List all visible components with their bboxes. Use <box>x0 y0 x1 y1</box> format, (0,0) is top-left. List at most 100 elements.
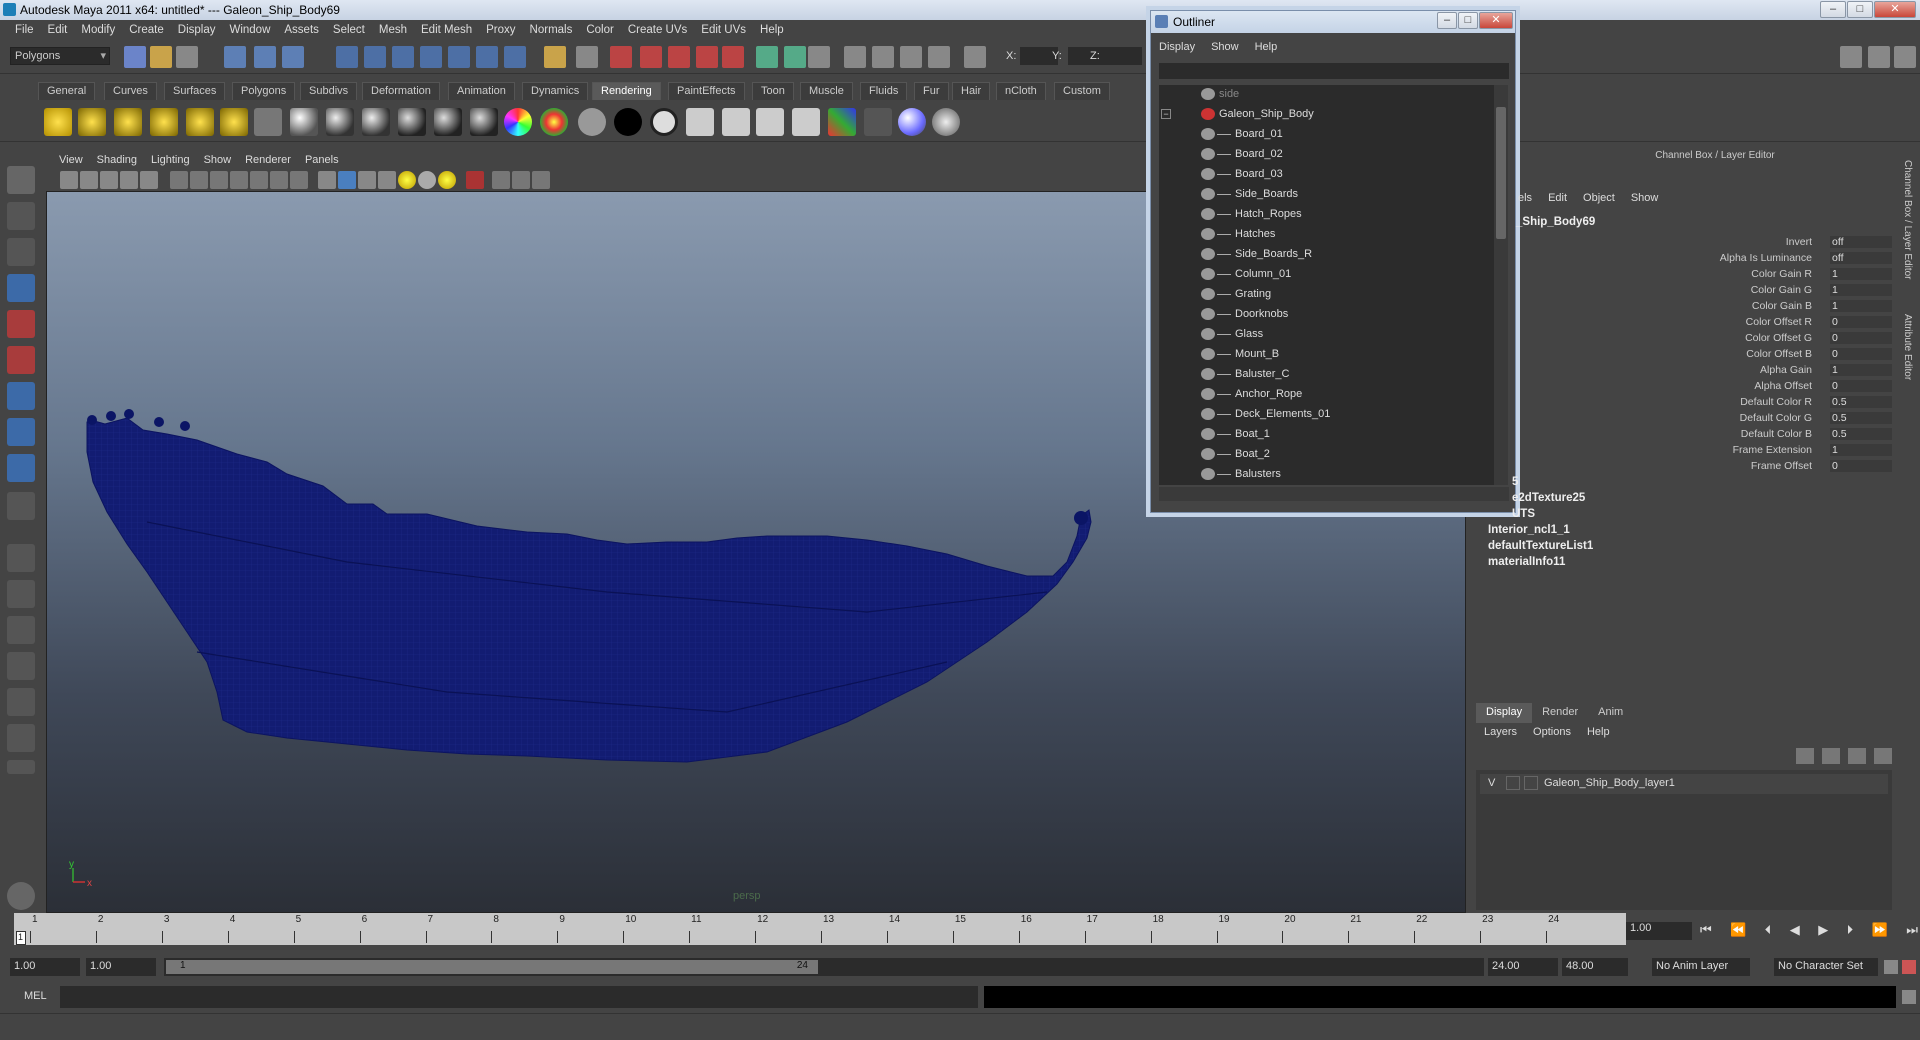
menu-edit-mesh[interactable]: Edit Mesh <box>414 24 479 36</box>
directional-light-icon[interactable] <box>78 108 106 136</box>
viewport-menu-show[interactable]: Show <box>197 154 239 166</box>
render-region-icon[interactable] <box>792 108 820 136</box>
connected-node-item[interactable]: 5 <box>1512 476 1518 488</box>
menu-color[interactable]: Color <box>579 24 620 36</box>
shelf-tab-painteffects[interactable]: PaintEffects <box>668 82 745 100</box>
shelf-tab-surfaces[interactable]: Surfaces <box>164 82 226 100</box>
channel-attribute-value[interactable]: 0 <box>1830 348 1892 360</box>
channel-attribute-row[interactable]: Color Gain R 1 <box>1520 268 1892 284</box>
area-light-icon[interactable] <box>186 108 214 136</box>
side-tab-attribute-editor[interactable]: Attribute Editor <box>1902 314 1913 380</box>
graph-editor-icon[interactable] <box>872 46 894 68</box>
outliner-item[interactable]: − Galeon_Ship_Body <box>1159 105 1494 125</box>
scale-tool-icon[interactable] <box>7 346 35 374</box>
z-field[interactable] <box>1104 47 1142 65</box>
range-slider-handle[interactable]: 1 24 <box>166 960 818 974</box>
side-tab-channel-box[interactable]: Channel Box / Layer Editor <box>1902 160 1913 280</box>
menu-set-select[interactable]: Polygons ▾ <box>10 47 110 65</box>
minimize-button[interactable]: – <box>1820 1 1846 18</box>
outliner-item[interactable]: Board_01 <box>1159 125 1494 145</box>
outliner-item[interactable]: Deck_Elements_01 <box>1159 405 1494 425</box>
shelf-tab-subdivs[interactable]: Subdivs <box>300 82 358 100</box>
persp-outliner-layout-icon[interactable] <box>7 616 35 644</box>
safe-action-icon[interactable] <box>270 171 288 189</box>
shelf-tab-hair[interactable]: Hair <box>952 82 991 100</box>
menu-help[interactable]: Help <box>753 24 791 36</box>
y-field[interactable] <box>1068 47 1106 65</box>
outliner-item[interactable]: side <box>1159 85 1494 105</box>
toggle-channel-box-icon[interactable] <box>1894 46 1916 68</box>
channel-attribute-value[interactable]: 0 <box>1830 380 1892 392</box>
channel-box-menu-show[interactable]: Show <box>1623 192 1667 208</box>
gate-mask-icon[interactable] <box>230 171 248 189</box>
menu-assets[interactable]: Assets <box>277 24 326 36</box>
shelf-tab-rendering[interactable]: Rendering <box>592 82 661 100</box>
history-icon[interactable] <box>576 46 598 68</box>
step-back-frame-icon[interactable]: ⏴ <box>1765 922 1772 940</box>
2d-pan-zoom-icon[interactable] <box>140 171 158 189</box>
grid-toggle-icon[interactable] <box>170 171 188 189</box>
shelf-tab-general[interactable]: General <box>38 82 96 100</box>
channel-attribute-value[interactable]: 1 <box>1830 300 1892 312</box>
panel-icon[interactable] <box>808 46 830 68</box>
layout-split-icon[interactable] <box>784 46 806 68</box>
connected-node-item[interactable]: UTS <box>1512 508 1535 520</box>
shelf-tab-dynamics[interactable]: Dynamics <box>522 82 589 100</box>
hypershade-layout-icon[interactable] <box>7 688 35 716</box>
select-component-icon[interactable] <box>282 46 304 68</box>
lock-icon[interactable] <box>544 46 566 68</box>
xray-joints-icon[interactable] <box>512 171 530 189</box>
outliner-item[interactable]: Grating <box>1159 285 1494 305</box>
layer-tab-render[interactable]: Render <box>1532 703 1588 723</box>
channel-attribute-row[interactable]: Color Offset G 0 <box>1520 332 1892 348</box>
outliner-menu-show[interactable]: Show <box>1203 41 1247 59</box>
blinn-icon[interactable] <box>326 108 354 136</box>
play-backwards-icon[interactable]: ◀ <box>1790 922 1800 940</box>
channel-attribute-value[interactable]: 0 <box>1830 316 1892 328</box>
range-slider[interactable]: 1 24 <box>164 958 1484 976</box>
outliner-item[interactable]: Hatch_Ropes <box>1159 205 1494 225</box>
channel-attribute-row[interactable]: Color Gain B 1 <box>1520 300 1892 316</box>
ocean-shader-icon[interactable] <box>650 108 678 136</box>
time-slider[interactable]: 1 2 3 4 5 6 7 8 9 10 11 12 13 14 15 16 17 18 19 20 21 22 23 24 <box>14 913 1626 945</box>
ambient-light-icon[interactable] <box>44 108 72 136</box>
shelf-tab-ncloth[interactable]: nCloth <box>996 82 1046 100</box>
channel-attribute-row[interactable]: Alpha Is Luminance off <box>1520 252 1892 268</box>
menu-display[interactable]: Display <box>171 24 223 36</box>
outliner-menu-display[interactable]: Display <box>1151 41 1203 59</box>
uv-editor-icon[interactable] <box>928 46 950 68</box>
channel-attribute-value[interactable]: 1 <box>1830 444 1892 456</box>
snap-plane-icon[interactable] <box>420 46 442 68</box>
help-hand-icon[interactable] <box>7 882 35 910</box>
shelf-tab-fluids[interactable]: Fluids <box>860 82 908 100</box>
channel-attribute-row[interactable]: Frame Offset 0 <box>1520 460 1892 476</box>
outliner-item[interactable]: Baluster_C <box>1159 365 1494 385</box>
toggle-tool-settings-icon[interactable] <box>1868 46 1890 68</box>
outliner-item[interactable]: Board_03 <box>1159 165 1494 185</box>
channel-attribute-row[interactable]: Color Offset R 0 <box>1520 316 1892 332</box>
character-set-select[interactable]: No Character Set <box>1774 958 1878 976</box>
camera-icon[interactable] <box>254 108 282 136</box>
shelf-tab-fur[interactable]: Fur <box>914 82 949 100</box>
surface-shader-icon[interactable] <box>578 108 606 136</box>
menu-edit-uvs[interactable]: Edit UVs <box>694 24 753 36</box>
channel-attribute-value[interactable]: 0.5 <box>1830 412 1892 424</box>
outliner-item[interactable]: Side_Boards_R <box>1159 245 1494 265</box>
move-tool-icon[interactable] <box>7 274 35 302</box>
ipr-icon[interactable] <box>722 108 750 136</box>
phong-e-icon[interactable] <box>398 108 426 136</box>
snap-point-icon[interactable] <box>392 46 414 68</box>
render-frame-icon[interactable] <box>610 46 632 68</box>
layer-visibility-toggle[interactable]: V <box>1488 777 1495 789</box>
menu-select[interactable]: Select <box>326 24 372 36</box>
move-down-layer-icon[interactable] <box>1874 748 1892 764</box>
channel-box-menu-object[interactable]: Object <box>1575 192 1623 208</box>
channel-attribute-row[interactable]: Default Color G 0.5 <box>1520 412 1892 428</box>
shelf-tab-toon[interactable]: Toon <box>752 82 794 100</box>
wireframe-icon[interactable] <box>318 171 336 189</box>
channel-attribute-value[interactable]: 0.5 <box>1830 428 1892 440</box>
hypershade-shelf-icon[interactable] <box>828 108 856 136</box>
lasso-tool-icon[interactable] <box>7 202 35 230</box>
outliner-close-button[interactable]: ✕ <box>1479 12 1513 29</box>
shelf-tab-polygons[interactable]: Polygons <box>232 82 296 100</box>
